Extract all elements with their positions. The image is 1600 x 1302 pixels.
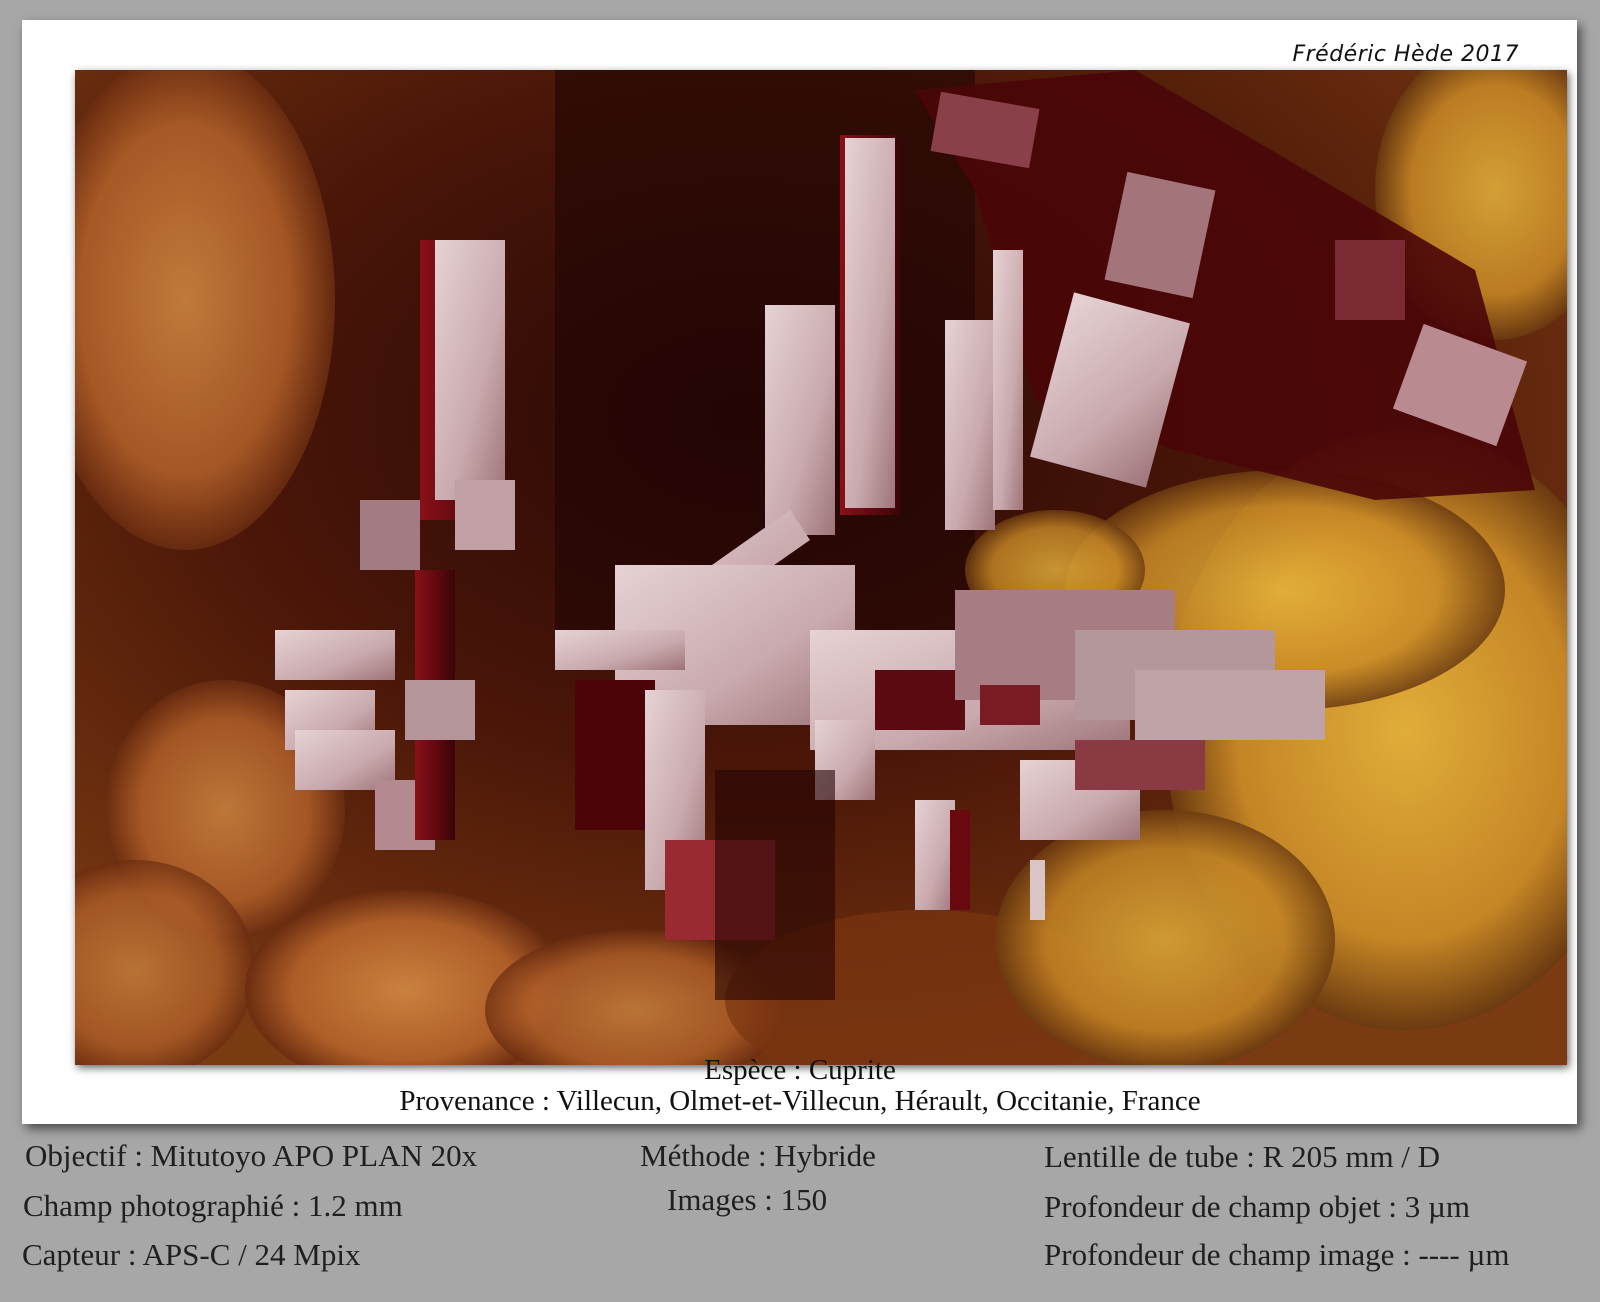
object-depth-of-field-info: Profondeur de champ objet : 3 µm	[1044, 1189, 1470, 1224]
objective-info: Objectif : Mitutoyo APO PLAN 20x	[25, 1138, 478, 1173]
species-caption: Espèce : Cuprite	[704, 1054, 896, 1086]
sensor-info: Capteur : APS-C / 24 Mpix	[22, 1237, 361, 1272]
photographer-signature: Frédéric Hède 2017	[1292, 42, 1519, 67]
images-count-info: Images : 150	[667, 1182, 828, 1217]
tube-lens-info: Lentille de tube : R 205 mm / D	[1044, 1139, 1441, 1174]
image-depth-of-field-info: Profondeur de champ image : ---- µm	[1044, 1237, 1510, 1272]
field-of-view-info: Champ photographié : 1.2 mm	[23, 1188, 403, 1223]
cuprite-crystals-image	[75, 70, 1567, 1065]
mineral-photo	[75, 70, 1567, 1065]
photo-frame: Frédéric Hède 2017	[22, 20, 1577, 1124]
origin-caption: Provenance : Villecun, Olmet-et-Villecun…	[399, 1085, 1201, 1117]
method-info: Méthode : Hybride	[640, 1138, 876, 1173]
